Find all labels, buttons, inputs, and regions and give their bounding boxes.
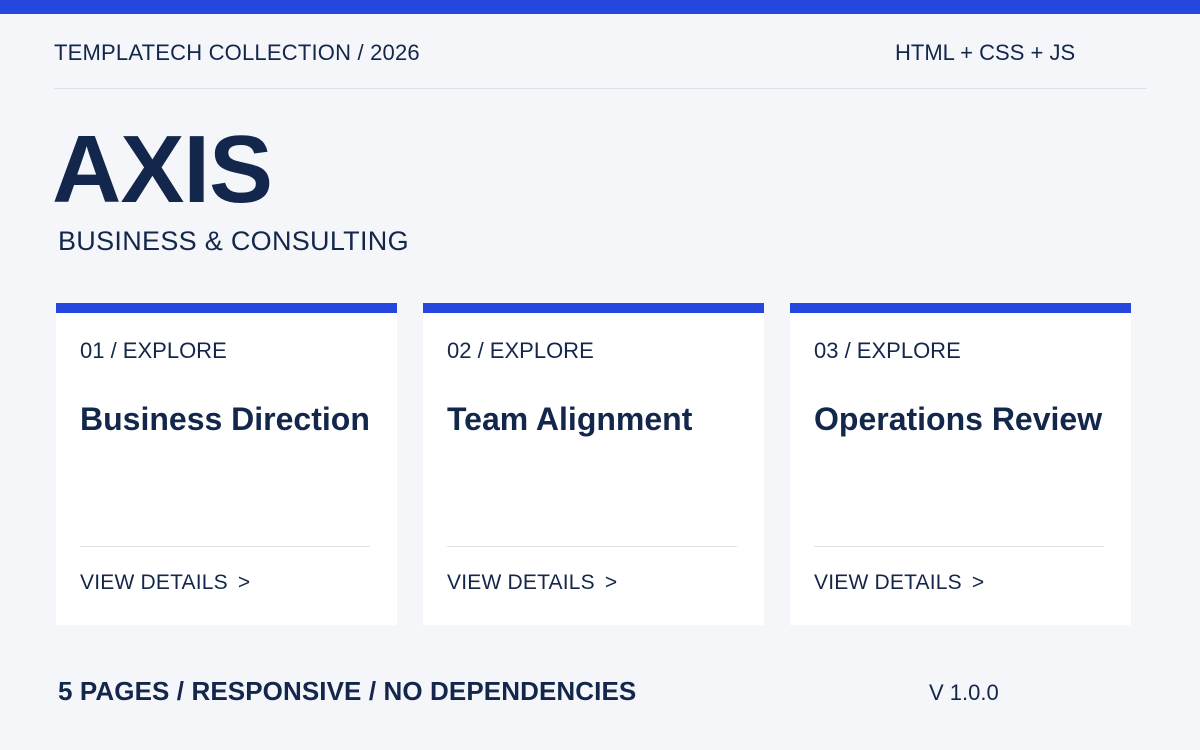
view-details-label: VIEW DETAILS (814, 571, 962, 594)
card-divider (80, 546, 370, 547)
card-number: 03 / EXPLORE (814, 338, 961, 363)
card-team-alignment[interactable]: 02 / EXPLORE Team Alignment VIEW DETAILS… (423, 303, 764, 625)
card-divider (447, 546, 737, 547)
card-divider (814, 546, 1104, 547)
hero-subtitle: BUSINESS & CONSULTING (58, 226, 409, 256)
card-business-direction[interactable]: 01 / EXPLORE Business Direction VIEW DET… (56, 303, 397, 625)
card-title: Operations Review (814, 401, 1103, 437)
view-details-label: VIEW DETAILS (447, 571, 595, 594)
accent-bar (0, 0, 1200, 14)
view-details-link[interactable]: VIEW DETAILS > (447, 571, 617, 595)
chevron-right-icon: > (604, 571, 618, 594)
card-title: Business Direction (80, 401, 370, 437)
features-label: 5 PAGES / RESPONSIVE / NO DEPENDENCIES (58, 676, 637, 706)
card-number: 02 / EXPLORE (447, 338, 594, 363)
card-operations-review[interactable]: 03 / EXPLORE Operations Review VIEW DETA… (790, 303, 1131, 625)
header: TEMPLATECH COLLECTION / 2026 HTML + CSS … (54, 40, 1147, 89)
view-details-link[interactable]: VIEW DETAILS > (80, 571, 250, 595)
collection-label: TEMPLATECH COLLECTION / 2026 (54, 40, 420, 65)
chevron-right-icon: > (971, 571, 985, 594)
card-number: 01 / EXPLORE (80, 338, 227, 363)
chevron-right-icon: > (237, 571, 251, 594)
hero-title: AXIS (52, 116, 273, 223)
page: TEMPLATECH COLLECTION / 2026 HTML + CSS … (0, 0, 1200, 750)
card-title: Team Alignment (447, 401, 693, 437)
view-details-label: VIEW DETAILS (80, 571, 228, 594)
tech-stack-label: HTML + CSS + JS (895, 40, 1076, 65)
view-details-link[interactable]: VIEW DETAILS > (814, 571, 984, 595)
version-label: V 1.0.0 (929, 680, 999, 705)
